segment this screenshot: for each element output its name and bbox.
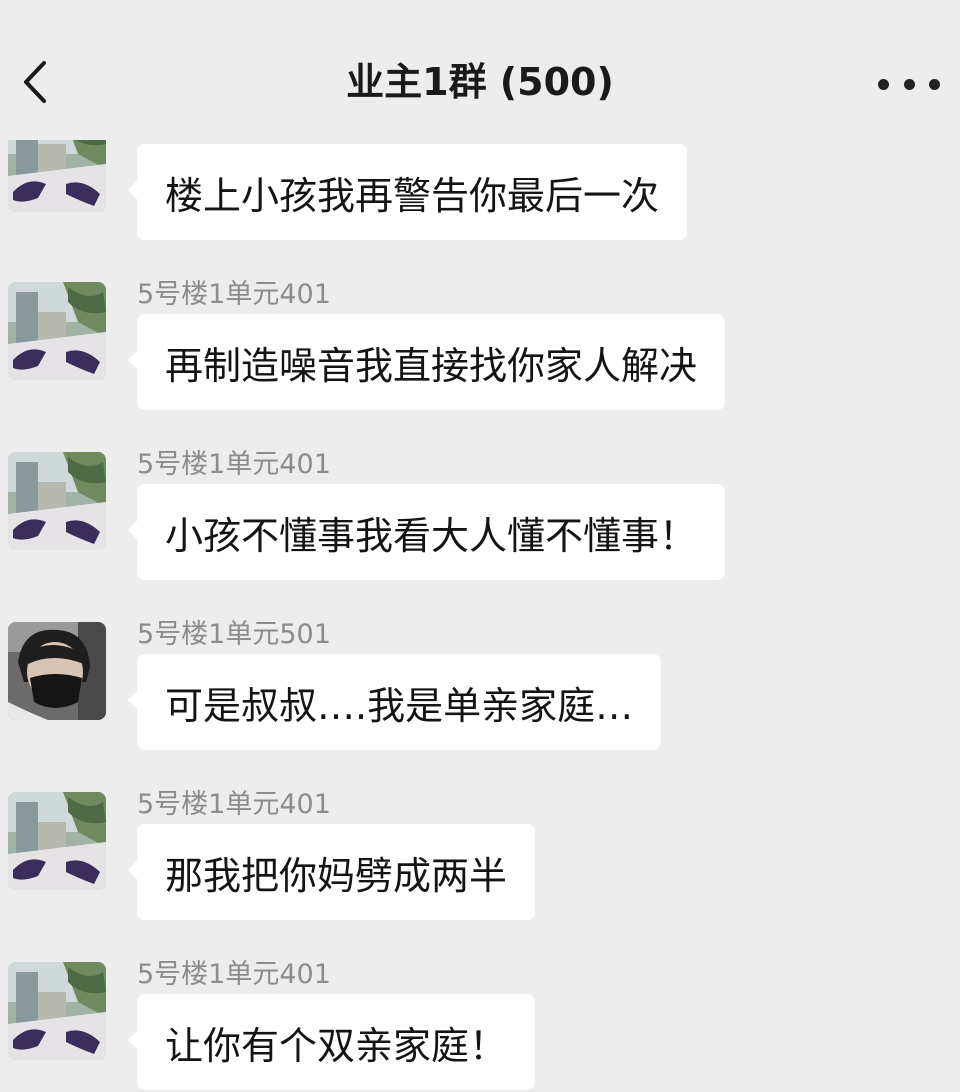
message-item: 5号楼1单元401 再制造噪音我直接找你家人解决 — [0, 279, 960, 450]
message-bubble[interactable]: 让你有个双亲家庭！ — [127, 994, 536, 1090]
sender-avatar[interactable] — [8, 452, 106, 550]
garden-avatar-image — [8, 282, 106, 380]
message-item: 5号楼1单元401 让你有个双亲家庭！ — [0, 959, 960, 1092]
sender-name: 5号楼1单元401 — [137, 789, 331, 820]
more-button[interactable] — [878, 64, 940, 104]
chat-title: 业主1群 (500) — [346, 60, 614, 104]
message-bubble[interactable]: 那我把你妈劈成两半 — [127, 824, 536, 920]
more-dots-icon — [903, 78, 915, 90]
message-bubble[interactable]: 再制造噪音我直接找你家人解决 — [127, 314, 726, 410]
message-item: 5号楼1单元401 那我把你妈劈成两半 — [0, 789, 960, 960]
chat-screen: 楼上小孩我再警告你最后一次 5号楼1单元401 再制造噪音我直接找你家人解决 5… — [0, 0, 960, 1092]
garden-avatar-image — [8, 962, 106, 1060]
message-bubble[interactable]: 楼上小孩我再警告你最后一次 — [127, 144, 688, 240]
garden-avatar-image — [8, 792, 106, 890]
message-item: 5号楼1单元501 可是叔叔….我是单亲家庭… — [0, 619, 960, 790]
message-text: 小孩不懂事我看大人懂不懂事！ — [165, 513, 698, 558]
masked-person-avatar-image — [8, 622, 106, 720]
sender-name: 5号楼1单元401 — [137, 449, 331, 480]
message-item: 5号楼1单元401 小孩不懂事我看大人懂不懂事！ — [0, 449, 960, 620]
sender-avatar[interactable] — [8, 622, 106, 720]
message-text: 可是叔叔….我是单亲家庭… — [165, 683, 634, 728]
sender-name: 5号楼1单元501 — [137, 619, 331, 650]
message-text: 楼上小孩我再警告你最后一次 — [165, 173, 660, 218]
message-list[interactable]: 楼上小孩我再警告你最后一次 5号楼1单元401 再制造噪音我直接找你家人解决 5… — [0, 0, 960, 1092]
sender-name: 5号楼1单元401 — [137, 279, 331, 310]
garden-avatar-image — [8, 452, 106, 550]
sender-avatar[interactable] — [8, 962, 106, 1060]
more-dots-icon — [929, 78, 940, 90]
message-text: 那我把你妈劈成两半 — [165, 853, 508, 898]
more-dots-icon — [878, 78, 889, 90]
sender-name: 5号楼1单元401 — [137, 959, 331, 990]
message-text: 让你有个双亲家庭！ — [165, 1023, 508, 1068]
sender-avatar[interactable] — [8, 792, 106, 890]
chat-header: 业主1群 (500) — [0, 0, 960, 140]
message-bubble[interactable]: 小孩不懂事我看大人懂不懂事！ — [127, 484, 726, 580]
message-text: 再制造噪音我直接找你家人解决 — [165, 343, 698, 388]
message-bubble[interactable]: 可是叔叔….我是单亲家庭… — [127, 654, 662, 750]
sender-avatar[interactable] — [8, 282, 106, 380]
